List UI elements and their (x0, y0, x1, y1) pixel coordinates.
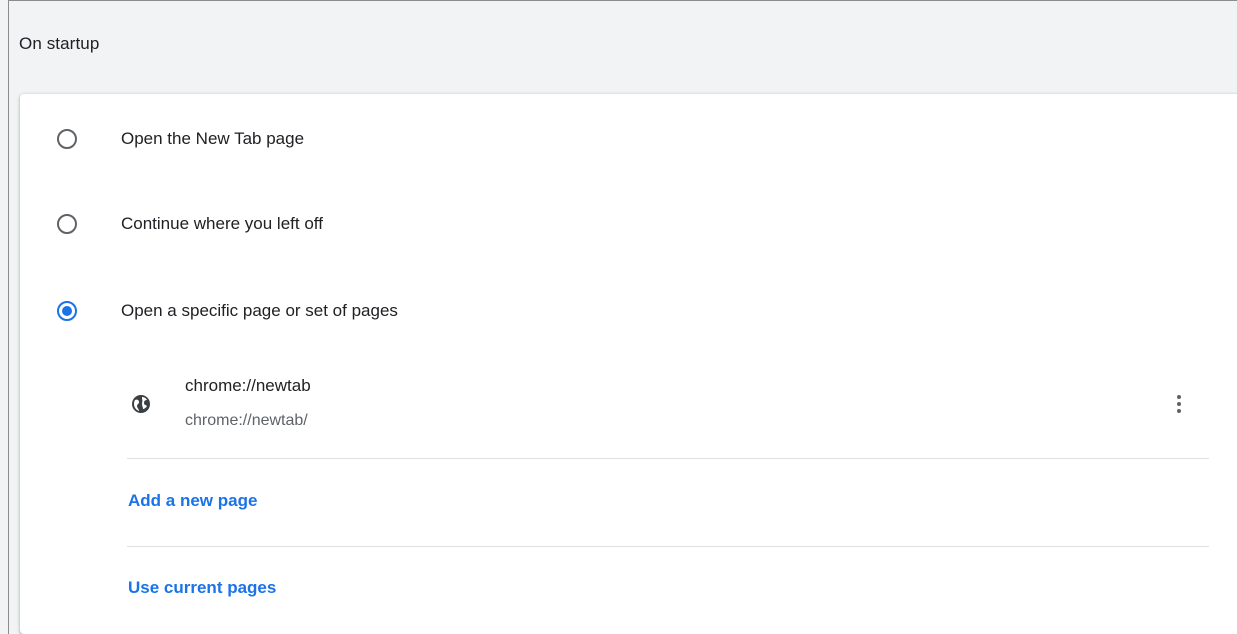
startup-page-url: chrome://newtab/ (185, 412, 308, 429)
radio-button-specific-pages[interactable] (57, 301, 77, 321)
add-new-page-link[interactable]: Add a new page (128, 491, 257, 511)
radio-button-new-tab[interactable] (57, 129, 77, 149)
radio-label-specific-pages: Open a specific page or set of pages (121, 301, 398, 320)
radio-option-new-tab[interactable]: Open the New Tab page (20, 119, 1120, 159)
more-vert-icon[interactable] (1167, 388, 1191, 420)
radio-button-continue[interactable] (57, 214, 77, 234)
radio-label-new-tab: Open the New Tab page (121, 129, 305, 148)
radio-label-continue: Continue where you left off (121, 214, 323, 233)
radio-option-specific-pages[interactable]: Open a specific page or set of pages (20, 291, 1120, 331)
radio-option-continue[interactable]: Continue where you left off (20, 204, 1120, 244)
startup-page-title: chrome://newtab (185, 376, 311, 395)
divider (127, 458, 1209, 459)
startup-settings-card: Open the New Tab page Continue where you… (20, 94, 1237, 634)
globe-icon (132, 395, 150, 413)
divider (127, 546, 1209, 547)
startup-page-entry: chrome://newtab chrome://newtab/ (127, 364, 1209, 459)
section-title: On startup (19, 34, 100, 53)
settings-frame: On startup Open the New Tab page Continu… (8, 0, 1237, 634)
use-current-pages-link[interactable]: Use current pages (128, 578, 276, 598)
